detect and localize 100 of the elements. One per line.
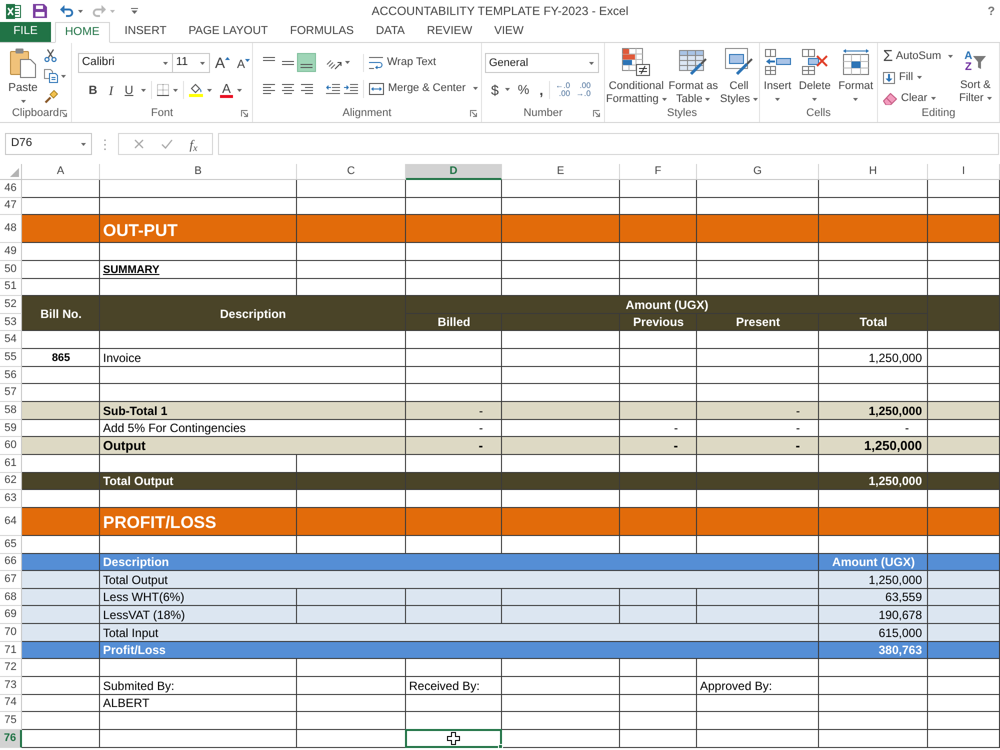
caret-icon[interactable]	[853, 98, 858, 101]
column-header[interactable]: E	[502, 164, 620, 180]
row-header[interactable]: 66	[0, 554, 22, 572]
caret-icon[interactable]	[589, 62, 594, 64]
caret-icon[interactable]	[504, 88, 510, 91]
paintbrush-icon[interactable]	[44, 90, 58, 104]
row-header[interactable]: 57	[0, 384, 22, 402]
wrap-text-button[interactable]: Wrap Text	[369, 54, 436, 71]
row-header[interactable]: 65	[0, 536, 22, 554]
caret-icon[interactable]	[705, 98, 710, 101]
ribbon-tab[interactable]: INSERT	[114, 22, 178, 42]
row-header[interactable]: 55	[0, 349, 22, 367]
row-header[interactable]: 67	[0, 571, 22, 589]
row-header[interactable]: 71	[0, 642, 22, 660]
caret-icon[interactable]	[163, 62, 168, 64]
format-button[interactable]: Format	[838, 49, 874, 107]
caret-icon[interactable]	[207, 88, 212, 92]
dialog-launcher-icon[interactable]	[60, 110, 67, 117]
caret-icon[interactable]	[775, 98, 780, 101]
row-header[interactable]: 58	[0, 402, 22, 420]
column-header[interactable]: D	[406, 164, 502, 180]
row-header[interactable]: 68	[0, 588, 22, 606]
row-header[interactable]: 60	[0, 437, 22, 455]
row-header[interactable]: 63	[0, 490, 22, 508]
row-header[interactable]: 64	[0, 508, 22, 536]
conditional-formatting-button[interactable]: Conditional Formatting	[606, 48, 667, 107]
underline-button[interactable]: U	[120, 81, 138, 99]
decrease-indent-icon[interactable]	[326, 84, 340, 94]
row-header[interactable]: 50	[0, 260, 22, 279]
row-header[interactable]: 59	[0, 420, 22, 438]
font-size-field[interactable]: 11	[173, 53, 210, 73]
number-format-field[interactable]: General	[485, 53, 599, 73]
column-header[interactable]: I	[928, 164, 1000, 180]
align-left-icon[interactable]	[262, 84, 274, 94]
row-header[interactable]: 56	[0, 366, 22, 384]
row-header[interactable]: 48	[0, 215, 22, 244]
row-header[interactable]: 74	[0, 694, 22, 712]
copy-icon[interactable]	[44, 69, 58, 83]
align-top-icon[interactable]	[262, 57, 274, 61]
cell-styles-button[interactable]: Cell Styles	[720, 48, 758, 107]
row-header[interactable]: 73	[0, 677, 22, 695]
font-name-field[interactable]: Calibri	[78, 53, 173, 73]
caret-icon[interactable]	[237, 88, 242, 92]
caret-icon[interactable]	[20, 100, 26, 103]
dialog-launcher-icon[interactable]	[241, 110, 248, 117]
row-header[interactable]: 62	[0, 472, 22, 490]
row-header[interactable]: 47	[0, 198, 22, 216]
caret-icon[interactable]	[931, 97, 936, 100]
file-tab[interactable]: FILE	[0, 22, 51, 42]
column-header[interactable]: H	[819, 164, 928, 180]
caret-icon[interactable]	[662, 98, 667, 101]
grow-font-button[interactable]: A	[215, 56, 230, 70]
clear-button[interactable]: Clear	[883, 89, 954, 108]
row-header[interactable]: 75	[0, 712, 22, 730]
ribbon-tab[interactable]: REVIEW	[416, 22, 484, 42]
help-button[interactable]: ?	[988, 5, 995, 17]
caret-icon[interactable]	[812, 98, 818, 101]
comma-style-button[interactable]: ,	[538, 82, 544, 96]
caret-icon[interactable]	[141, 88, 146, 92]
name-box[interactable]: D76	[5, 133, 92, 155]
formula-input[interactable]	[218, 133, 999, 155]
undo-icon[interactable]	[60, 5, 74, 17]
caret-icon[interactable]	[173, 88, 178, 92]
dialog-launcher-icon[interactable]	[593, 110, 600, 117]
row-header[interactable]: 54	[0, 331, 22, 350]
row-header[interactable]: 46	[0, 180, 22, 198]
column-header[interactable]: A	[22, 164, 100, 180]
currency-button[interactable]: $	[491, 82, 499, 96]
row-header[interactable]: 70	[0, 624, 22, 642]
merge-center-button[interactable]: Merge & Center	[369, 80, 466, 97]
italic-button[interactable]: I	[102, 81, 120, 99]
caret-icon[interactable]	[61, 74, 66, 78]
increase-decimal-button[interactable]: ←.0 .00	[555, 82, 570, 98]
column-header[interactable]: F	[620, 164, 697, 180]
scissors-icon[interactable]	[44, 49, 57, 62]
delete-button[interactable]: Delete	[798, 49, 831, 107]
grid-border-icon[interactable]	[157, 84, 169, 96]
align-center-icon[interactable]	[282, 84, 294, 94]
decrease-decimal-button[interactable]: .00 →.0	[576, 82, 591, 98]
row-header[interactable]: 51	[0, 278, 22, 296]
increase-indent-icon[interactable]	[344, 84, 358, 94]
ribbon-tab[interactable]: HOME	[55, 22, 110, 43]
caret-icon[interactable]	[81, 142, 86, 146]
align-middle-icon[interactable]	[282, 60, 294, 64]
caret-icon[interactable]	[78, 10, 83, 12]
align-right-icon[interactable]	[300, 84, 312, 94]
row-header[interactable]: 76	[0, 730, 22, 748]
row-header[interactable]: 72	[0, 659, 22, 678]
selected-cell[interactable]	[405, 728, 502, 748]
caret-icon[interactable]	[472, 87, 478, 90]
fill-handle[interactable]	[498, 744, 503, 749]
fill-button[interactable]: Fill	[883, 68, 954, 87]
ribbon-tab[interactable]: VIEW	[483, 22, 535, 42]
align-bottom-icon[interactable]	[297, 53, 316, 72]
caret-icon[interactable]	[752, 98, 758, 101]
caret-icon[interactable]	[948, 55, 954, 58]
paste-button[interactable]: Paste	[9, 48, 37, 107]
shrink-font-button[interactable]: A	[237, 56, 250, 70]
row-header[interactable]: 52	[0, 296, 22, 314]
row-header[interactable]: 49	[0, 243, 22, 261]
